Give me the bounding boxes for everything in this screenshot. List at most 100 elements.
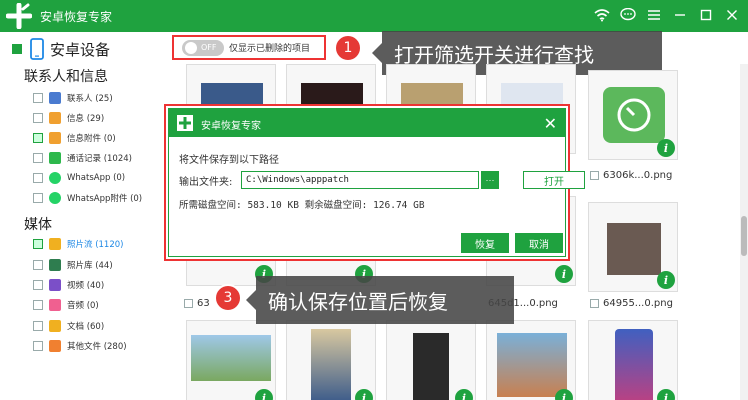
device-checkbox[interactable] — [12, 44, 22, 54]
dialog-close-icon[interactable]: ✕ — [544, 114, 557, 133]
filter-label: 仅显示已删除的项目 — [229, 44, 311, 54]
other-files-icon — [49, 340, 61, 352]
sidebar-item-whatsapp-attachments[interactable]: WhatsApp附件 (0) — [33, 191, 142, 205]
checkbox[interactable] — [33, 153, 43, 163]
sidebar-item-label: 联系人 (25) — [67, 94, 113, 104]
photo-tile[interactable]: i — [588, 70, 678, 160]
photo-caption[interactable]: 64955...0.png — [590, 298, 673, 309]
section-title-contacts: 联系人和信息 — [24, 69, 108, 85]
sidebar-item-call-log[interactable]: 通话记录 (1024) — [33, 151, 132, 165]
sidebar-item-label: 其他文件 (280) — [67, 342, 127, 352]
dialog-title: 安卓恢复专家 — [201, 121, 261, 132]
scrollbar[interactable] — [740, 64, 748, 400]
sidebar-item-contacts[interactable]: 联系人 (25) — [33, 91, 113, 105]
wifi-icon[interactable] — [594, 6, 610, 24]
chat-icon[interactable] — [620, 6, 636, 24]
thumbnail — [311, 329, 351, 400]
device-row[interactable]: 安卓设备 — [12, 38, 110, 60]
output-folder-label: 输出文件夹: — [179, 176, 233, 188]
save-dialog-highlight: 安卓恢复专家 ✕ 将文件保存到以下路径 输出文件夹: ··· 打开 所需磁盘空间… — [164, 104, 585, 261]
sidebar-item-label: 信息附件 (0) — [67, 134, 116, 144]
sidebar-item-documents[interactable]: 文档 (60) — [33, 319, 104, 333]
photo-tile[interactable]: i — [588, 320, 678, 400]
photo-tile[interactable]: i — [286, 320, 376, 400]
info-icon[interactable]: i — [657, 139, 675, 157]
sidebar-item-label: 通话记录 (1024) — [67, 154, 132, 164]
sidebar-item-audio[interactable]: 音频 (0) — [33, 298, 99, 312]
info-icon[interactable]: i — [255, 389, 273, 400]
checkbox[interactable] — [590, 171, 599, 180]
section-title-media: 媒体 — [24, 217, 52, 233]
scrollbar-thumb[interactable] — [741, 216, 747, 256]
checkbox[interactable] — [590, 299, 599, 308]
checkbox[interactable] — [33, 173, 43, 183]
thumbnail — [191, 335, 271, 381]
checkbox[interactable] — [33, 300, 43, 310]
sidebar-item-photo-stream[interactable]: 照片流 (1120) — [33, 237, 123, 251]
deleted-only-toggle[interactable]: OFF — [182, 39, 224, 56]
step-1-badge: 1 — [334, 34, 362, 62]
photo-caption[interactable]: 6306k...0.png — [590, 170, 672, 181]
photo-caption[interactable]: 63 — [184, 298, 210, 309]
save-dialog: 安卓恢复专家 ✕ 将文件保存到以下路径 输出文件夹: ··· 打开 所需磁盘空间… — [168, 108, 585, 257]
photo-tile[interactable]: i — [186, 320, 276, 400]
file-name: 6306k...0.png — [603, 170, 673, 181]
video-icon — [49, 279, 61, 291]
app-logo-icon — [177, 115, 193, 131]
disk-space-info: 所需磁盘空间: 583.10 KB 剩余磁盘空间: 126.74 GB — [179, 200, 425, 211]
checkbox[interactable] — [33, 239, 43, 249]
minimize-icon[interactable] — [672, 6, 688, 24]
sidebar-item-label: 照片库 (44) — [67, 261, 113, 271]
info-icon[interactable]: i — [455, 389, 473, 400]
deleted-only-filter: OFF 仅显示已删除的项目 — [172, 35, 326, 60]
checkbox[interactable] — [33, 321, 43, 331]
step-3-callout: 确认保存位置后恢复 — [246, 276, 514, 324]
thumbnail — [615, 329, 653, 400]
sidebar-item-label: 音频 (0) — [67, 301, 99, 311]
menu-icon[interactable] — [646, 6, 662, 24]
recover-button[interactable]: 恢复 — [461, 233, 509, 253]
checkbox[interactable] — [33, 260, 43, 270]
thumbnail — [497, 333, 567, 397]
info-icon[interactable]: i — [555, 265, 573, 283]
sidebar-item-video[interactable]: 视频 (40) — [33, 278, 104, 292]
checkbox[interactable] — [33, 113, 43, 123]
whatsapp-attachment-icon — [49, 192, 61, 204]
checkbox[interactable] — [33, 280, 43, 290]
window-controls — [594, 6, 740, 24]
info-icon[interactable]: i — [355, 389, 373, 400]
sidebar-item-label: 视频 (40) — [67, 281, 105, 291]
sidebar-item-photo-library[interactable]: 照片库 (44) — [33, 258, 113, 272]
checkbox[interactable] — [33, 193, 43, 203]
thumbnail — [607, 223, 661, 275]
photo-stream-icon — [49, 238, 61, 250]
checkbox[interactable] — [33, 133, 43, 143]
toggle-knob — [185, 41, 197, 54]
sidebar-item-other-files[interactable]: 其他文件 (280) — [33, 339, 127, 353]
photo-tile[interactable]: i — [588, 202, 678, 292]
audio-icon — [49, 299, 61, 311]
sidebar-item-label: 文档 (60) — [67, 322, 105, 332]
browse-button[interactable]: ··· — [481, 171, 499, 189]
checkbox[interactable] — [33, 93, 43, 103]
sidebar-item-message-attachments[interactable]: 信息附件 (0) — [33, 131, 116, 145]
photo-tile[interactable]: i — [386, 320, 476, 400]
sidebar-item-messages[interactable]: 信息 (29) — [33, 111, 104, 125]
output-folder-row: 输出文件夹: ··· 打开 — [179, 171, 585, 189]
open-button[interactable]: 打开 — [523, 171, 585, 189]
maximize-icon[interactable] — [698, 6, 714, 24]
info-icon[interactable]: i — [657, 389, 675, 400]
checkbox[interactable] — [33, 341, 43, 351]
checkbox[interactable] — [184, 299, 193, 308]
info-icon[interactable]: i — [657, 271, 675, 289]
dialog-prompt: 将文件保存到以下路径 — [179, 155, 279, 166]
device-label: 安卓设备 — [50, 40, 111, 59]
message-icon — [49, 112, 61, 124]
info-icon[interactable]: i — [555, 389, 573, 400]
output-path-input[interactable] — [241, 171, 479, 189]
sidebar-item-whatsapp[interactable]: WhatsApp (0) — [33, 171, 125, 185]
photo-tile[interactable]: i — [486, 320, 576, 400]
sidebar-item-label: 信息 (29) — [67, 114, 105, 124]
close-icon[interactable] — [724, 6, 740, 24]
cancel-button[interactable]: 取消 — [515, 233, 563, 253]
